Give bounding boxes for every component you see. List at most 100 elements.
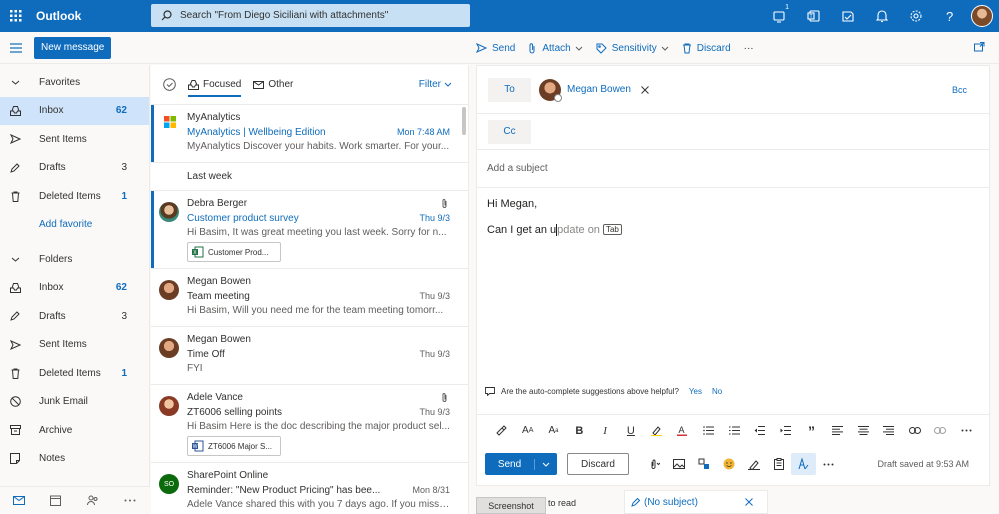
typed-text: Can I get an u xyxy=(487,224,557,236)
recipient-pill[interactable]: Megan Bowen xyxy=(539,78,649,102)
message-item[interactable]: Megan Bowen Time Off Thu 9/3 FYI xyxy=(151,327,468,385)
message-sender: MyAnalytics xyxy=(187,112,241,123)
favorites-item-sent-items[interactable]: Sent Items xyxy=(0,125,149,154)
app-title[interactable]: Outlook xyxy=(36,9,150,23)
search-input[interactable]: Search "From Diego Siciliani with attach… xyxy=(151,4,470,27)
more-options-icon[interactable] xyxy=(816,463,841,466)
align-left-icon[interactable] xyxy=(824,426,850,435)
chevron-down-icon xyxy=(11,80,19,85)
send-command-button[interactable]: Send xyxy=(476,43,515,54)
folders-item-drafts[interactable]: Drafts 3 xyxy=(0,302,149,331)
meet-now-icon[interactable]: 1 xyxy=(763,0,797,32)
loop-component-icon[interactable] xyxy=(691,458,716,470)
filter-button[interactable]: Filter xyxy=(419,79,452,90)
clipboard-icon[interactable] xyxy=(766,458,791,470)
sensitivity-command-button[interactable]: Sensitivity xyxy=(596,43,669,54)
favorites-item-deleted-items[interactable]: Deleted Items 1 xyxy=(0,182,149,211)
account-avatar[interactable] xyxy=(971,5,993,27)
superscript-icon[interactable]: Aa xyxy=(541,425,567,436)
send-button[interactable]: Send xyxy=(485,453,557,475)
increase-indent-icon[interactable] xyxy=(773,426,799,435)
more-apps-icon[interactable] xyxy=(111,499,148,502)
folders-item-notes[interactable]: Notes xyxy=(0,445,149,474)
hamburger-menu-icon[interactable] xyxy=(0,42,32,53)
italic-icon[interactable]: I xyxy=(592,425,618,437)
attachment-chip[interactable]: X Customer Prod... xyxy=(187,242,281,262)
decrease-indent-icon[interactable] xyxy=(747,426,773,435)
teams-icon[interactable]: T xyxy=(797,0,831,32)
attachment-name: Customer Prod... xyxy=(208,247,269,257)
select-all-circle-icon[interactable] xyxy=(163,78,176,91)
favorites-item-label: Sent Items xyxy=(39,133,87,145)
send-options-chevron-icon[interactable] xyxy=(535,462,557,467)
quote-icon[interactable]: ” xyxy=(799,423,825,439)
sensitivity-command-label: Sensitivity xyxy=(611,42,657,54)
draft-tab[interactable]: (No subject) xyxy=(624,490,768,514)
numbering-icon[interactable] xyxy=(721,426,747,435)
image-icon[interactable] xyxy=(666,459,691,469)
bold-icon[interactable]: B xyxy=(566,425,592,437)
font-size-icon[interactable]: AA xyxy=(515,425,541,436)
feedback-no-link[interactable]: No xyxy=(712,387,722,396)
message-item[interactable]: Megan Bowen Team meeting Thu 9/3 Hi Basim… xyxy=(151,269,468,327)
editor-assist-icon[interactable] xyxy=(791,453,816,475)
underline-icon[interactable]: U xyxy=(618,425,644,437)
new-message-button[interactable]: New message xyxy=(34,36,112,59)
to-read-tab[interactable]: to read xyxy=(548,498,576,508)
bell-icon[interactable] xyxy=(865,0,899,32)
mail-icon[interactable] xyxy=(0,496,37,505)
folders-item-inbox[interactable]: Inbox 62 xyxy=(0,274,149,303)
tab-focused[interactable]: Focused xyxy=(188,65,242,105)
favorites-header[interactable]: Favorites xyxy=(0,68,149,97)
app-launcher-icon[interactable] xyxy=(0,0,32,32)
message-body-editor[interactable]: Hi Megan, Can I get an update on Tab xyxy=(477,188,989,237)
more-formatting-icon[interactable] xyxy=(953,429,979,432)
message-preview: Hi Basim Here is the doc describing the … xyxy=(187,421,450,432)
subject-input[interactable]: Add a subject xyxy=(477,150,989,188)
attach-command-label: Attach xyxy=(542,42,571,54)
folders-item-archive[interactable]: Archive xyxy=(0,416,149,445)
feedback-yes-link[interactable]: Yes xyxy=(689,387,702,396)
folders-item-junk-email[interactable]: Junk Email xyxy=(0,388,149,417)
attachment-chip[interactable]: W ZT6006 Major S... xyxy=(187,436,281,456)
align-center-icon[interactable] xyxy=(850,426,876,435)
favorites-item-inbox[interactable]: Inbox 62 xyxy=(0,96,149,125)
close-icon[interactable] xyxy=(641,85,649,94)
todo-icon[interactable] xyxy=(831,0,865,32)
highlight-icon[interactable] xyxy=(644,425,670,436)
message-item[interactable]: MyAnalytics MyAnalytics | Wellbeing Edit… xyxy=(151,105,468,163)
message-item[interactable]: Debra Berger Customer product survey Thu … xyxy=(151,191,468,269)
discard-command-button[interactable]: Discard xyxy=(682,43,731,54)
folders-item-sent-items[interactable]: Sent Items xyxy=(0,331,149,360)
link-icon[interactable] xyxy=(902,427,928,434)
discard-button[interactable]: Discard xyxy=(567,453,629,475)
folders-item-deleted-items[interactable]: Deleted Items 1 xyxy=(0,359,149,388)
favorites-item-label: Drafts xyxy=(39,162,66,174)
to-button[interactable]: To xyxy=(488,77,531,102)
message-item[interactable]: Adele Vance ZT6006 selling points Thu 9/3… xyxy=(151,385,468,463)
favorites-item-drafts[interactable]: Drafts 3 xyxy=(0,154,149,183)
bcc-button[interactable]: Bcc xyxy=(952,85,967,95)
attach-command-button[interactable]: Attach xyxy=(528,42,583,54)
people-icon[interactable] xyxy=(74,495,111,506)
add-favorite-link[interactable]: Add favorite xyxy=(0,211,149,240)
tab-other[interactable]: Other xyxy=(253,65,293,105)
folders-header[interactable]: Folders xyxy=(0,245,149,274)
align-right-icon[interactable] xyxy=(876,426,902,435)
cc-button[interactable]: Cc xyxy=(488,119,531,144)
message-item[interactable]: SO SharePoint Online Reminder: "New Prod… xyxy=(151,463,468,514)
font-color-icon[interactable]: A xyxy=(670,425,696,436)
close-icon[interactable] xyxy=(745,498,753,506)
popout-icon[interactable] xyxy=(974,42,985,55)
bullets-icon[interactable] xyxy=(695,426,721,435)
discard-command-label: Discard xyxy=(696,42,731,54)
help-icon[interactable]: ? xyxy=(933,0,967,32)
signature-icon[interactable] xyxy=(741,459,766,470)
calendar-icon[interactable] xyxy=(37,495,74,506)
emoji-icon[interactable] xyxy=(716,458,741,470)
attach-icon[interactable] xyxy=(641,459,666,470)
format-painter-icon[interactable] xyxy=(489,425,515,436)
settings-gear-icon[interactable] xyxy=(899,0,933,32)
more-commands-button[interactable]: ··· xyxy=(744,43,754,54)
unlink-icon[interactable] xyxy=(928,427,954,434)
